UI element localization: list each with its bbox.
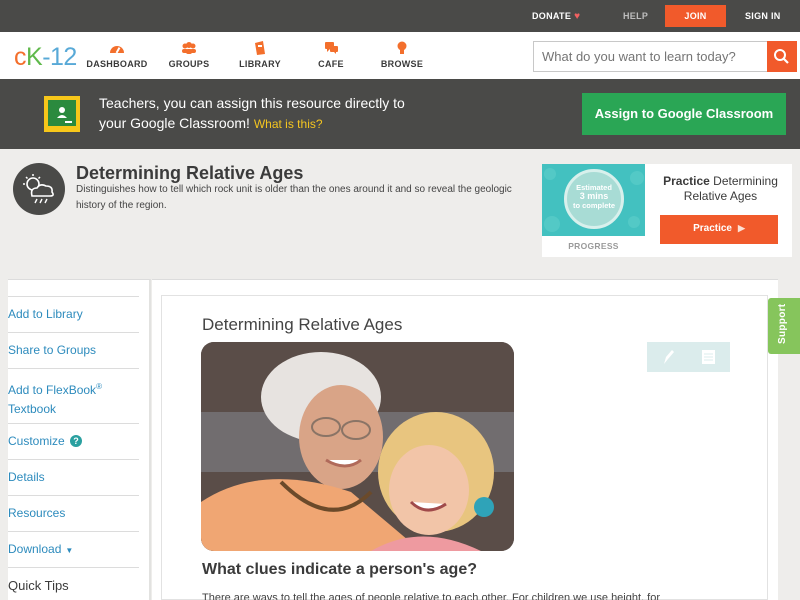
customize-label: Customize xyxy=(8,434,65,448)
nav-browse-label: BROWSE xyxy=(380,59,424,69)
sign-in-link[interactable]: SIGN IN xyxy=(745,0,781,32)
donate-link[interactable]: DONATE ♥ xyxy=(532,0,580,32)
help-icon[interactable]: ? xyxy=(70,435,83,447)
nav-cafe[interactable]: CAFE xyxy=(296,40,366,69)
progress-label: PROGRESS xyxy=(568,241,619,251)
donate-label[interactable]: DONATE xyxy=(532,11,571,21)
google-classroom-logo-icon xyxy=(44,96,80,132)
nav-browse[interactable]: BROWSE xyxy=(367,40,437,69)
library-icon xyxy=(255,41,265,55)
details-link[interactable]: Details xyxy=(8,459,139,487)
notes-icon[interactable] xyxy=(702,350,715,364)
article-image-grandmother-and-girl xyxy=(201,342,514,551)
practice-progress-graphic: Estimated 3 mins to complete xyxy=(542,164,645,236)
weather-cloud-icon xyxy=(13,163,65,215)
resources-link[interactable]: Resources xyxy=(8,495,139,523)
what-is-this-link[interactable]: What is this? xyxy=(254,117,323,131)
logo-c: c xyxy=(14,43,27,71)
search-box xyxy=(533,41,797,72)
google-classroom-message: Teachers, you can assign this resource d… xyxy=(99,93,449,134)
registered-mark: ® xyxy=(96,382,102,391)
nav-groups-label: GROUPS xyxy=(168,59,210,69)
add-to-library-link[interactable]: Add to Library xyxy=(8,296,139,324)
quick-tips-heading[interactable]: Quick Tips xyxy=(8,567,139,595)
caret-down-icon: ▼ xyxy=(65,546,74,555)
lightbulb-icon xyxy=(397,41,407,54)
practice-title-bold: Practice xyxy=(663,174,710,188)
dashboard-icon xyxy=(110,46,124,54)
download-label: Download xyxy=(8,542,62,556)
estimated-complete: to complete xyxy=(572,201,616,210)
search-icon xyxy=(774,49,789,64)
ck12-logo[interactable]: cK-12 xyxy=(14,43,77,72)
practice-button[interactable]: Practice ▶ xyxy=(660,215,778,244)
add-flexbook-label-1: Add to FlexBook xyxy=(8,383,97,397)
gc-line1: Teachers, you can assign this resource d… xyxy=(99,95,405,111)
estimated-time: Estimated 3 mins to complete xyxy=(566,183,622,210)
pencil-icon[interactable] xyxy=(664,350,674,364)
gc-line2: your Google Classroom! xyxy=(99,115,250,131)
nav-dashboard-label: DASHBOARD xyxy=(86,59,148,69)
groups-icon xyxy=(182,42,196,54)
article-heading: What clues indicate a person's age? xyxy=(202,561,477,578)
concept-description: Distinguishes how to tell which rock uni… xyxy=(76,184,512,211)
cafe-icon xyxy=(325,42,338,54)
article-paragraph: There are ways to tell the ages of peopl… xyxy=(202,592,660,600)
customize-link[interactable]: Customize ? xyxy=(8,423,139,451)
heart-icon: ♥ xyxy=(574,11,581,22)
chevron-right-icon: ▶ xyxy=(738,223,745,233)
nav-library[interactable]: LIBRARY xyxy=(225,40,295,69)
support-label: Support xyxy=(777,303,788,344)
search-button[interactable] xyxy=(767,41,797,72)
article-title: Determining Relative Ages xyxy=(202,315,403,334)
join-button[interactable]: JOIN xyxy=(665,5,726,27)
assign-google-classroom-button[interactable]: Assign to Google Classroom xyxy=(582,93,786,135)
download-dropdown[interactable]: Download ▼ xyxy=(8,531,139,560)
nav-cafe-label: CAFE xyxy=(318,59,344,69)
nav-groups[interactable]: GROUPS xyxy=(154,40,224,69)
practice-card: Estimated 3 mins to complete PROGRESS Pr… xyxy=(542,164,792,257)
concept-title: Determining Relative Ages xyxy=(76,163,304,183)
practice-button-label: Practice xyxy=(693,223,732,234)
add-to-flexbook-link[interactable]: Add to FlexBook® Textbook xyxy=(8,368,139,419)
top-utility-bar: DONATE ♥ HELP JOIN SIGN IN xyxy=(0,0,800,32)
nav-dashboard[interactable]: DASHBOARD xyxy=(82,40,152,69)
add-flexbook-label-2: Textbook xyxy=(8,402,57,416)
share-to-groups-link[interactable]: Share to Groups xyxy=(8,332,139,360)
article-tools xyxy=(647,342,730,372)
logo-k: K xyxy=(26,43,43,71)
search-input[interactable] xyxy=(534,42,762,71)
estimated-mins: 3 mins xyxy=(579,191,609,201)
support-tab[interactable]: Support xyxy=(768,298,800,354)
logo-12: -12 xyxy=(42,43,77,71)
nav-library-label: LIBRARY xyxy=(239,59,281,69)
practice-title: Practice Determining Relative Ages xyxy=(649,174,792,204)
help-link[interactable]: HELP xyxy=(623,0,648,32)
